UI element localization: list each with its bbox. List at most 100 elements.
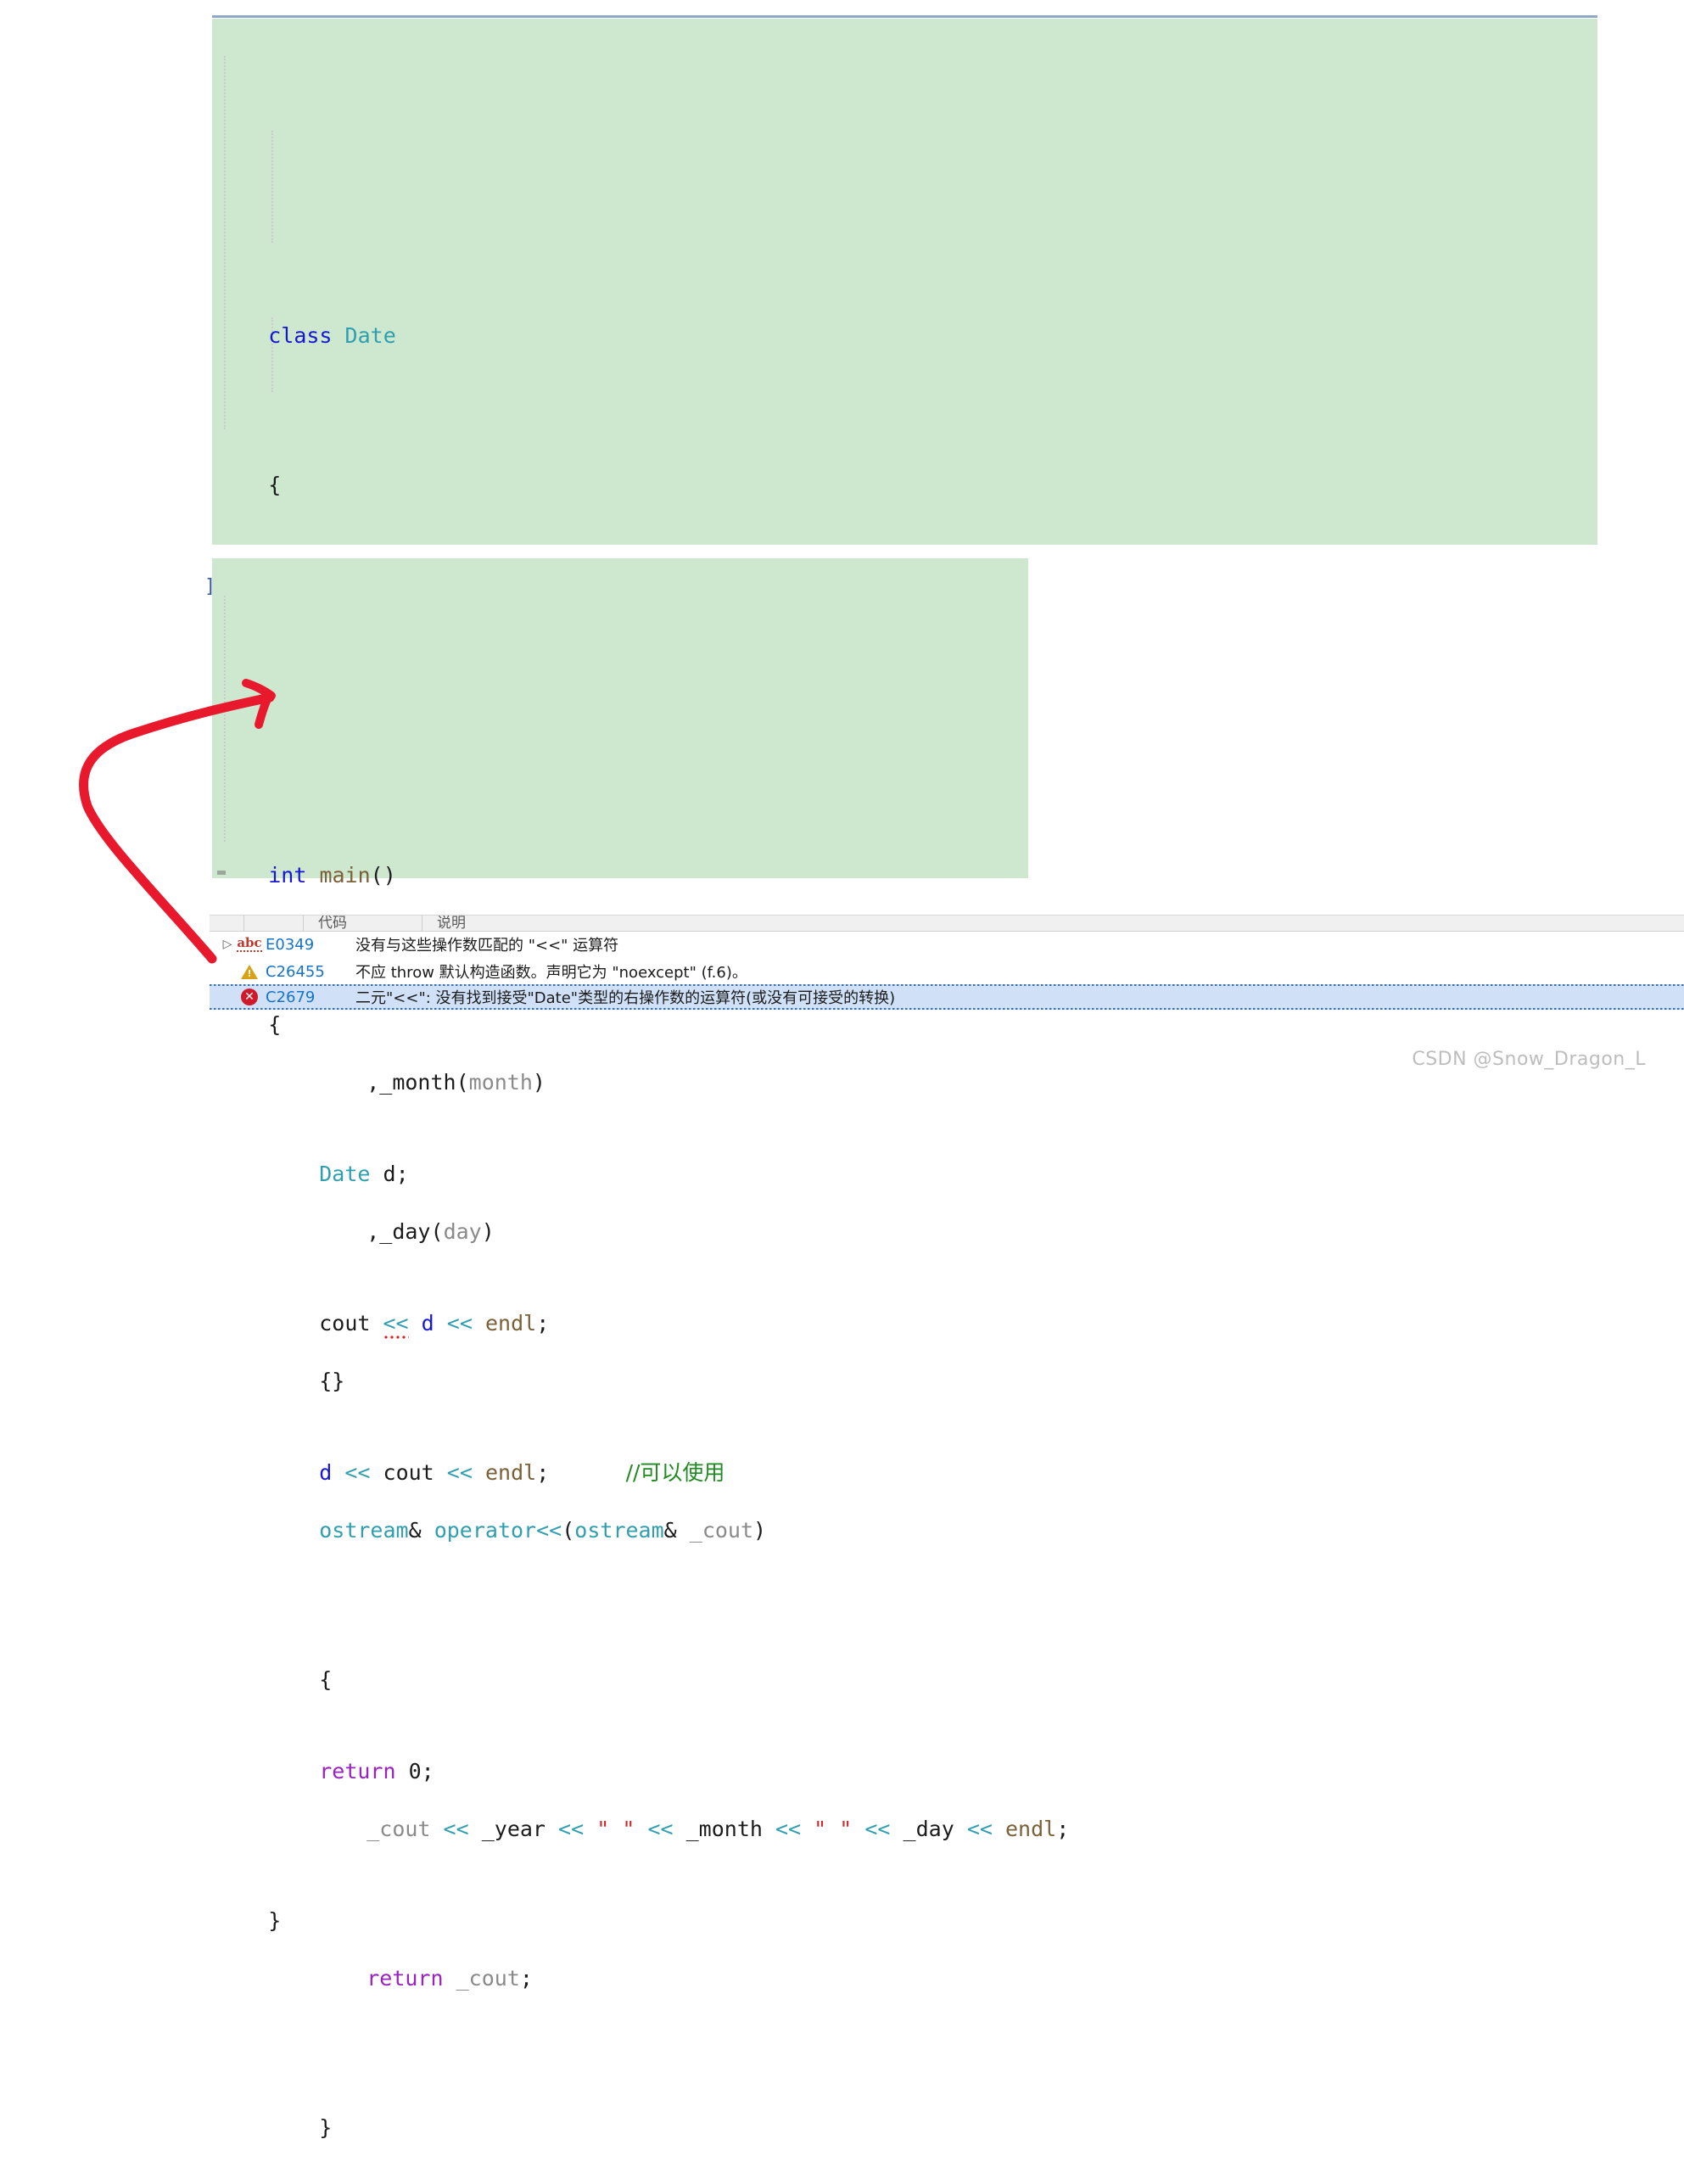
code-line: { [212, 1624, 1597, 1692]
column-header-description[interactable]: 说明 [437, 916, 466, 931]
header-separator [303, 916, 304, 931]
token-comma: , [366, 1219, 380, 1244]
token-var-d: d [383, 1162, 396, 1186]
error-list-header: 代码 说明 [210, 916, 1684, 932]
token-type-ostream: ostream [574, 1518, 664, 1543]
token-type-ostream: ostream [319, 1518, 409, 1543]
code-line: Date d; [212, 1118, 1028, 1186]
code-line-cout-error: cout << d << endl; [212, 1268, 1028, 1339]
token-endl: endl [1005, 1817, 1057, 1841]
error-message: 二元"<<": 没有找到接受"Date"类型的右操作数的运算符(或没有可接受的转… [355, 989, 896, 1007]
token-identifier-cout: cout [383, 1460, 434, 1485]
warning-triangle-icon [237, 964, 262, 979]
token-type-date: Date [344, 323, 396, 348]
token-shift-operator: << [864, 1817, 891, 1841]
code-line: int main() [212, 820, 1028, 888]
token-shift-operator: << [344, 1460, 371, 1485]
code-block-date-class: class Date { public: Date(int year=2023,… [212, 19, 1597, 2140]
code-fold-marker[interactable]: ] [204, 568, 215, 606]
token-semicolon: ; [395, 1162, 409, 1186]
token-shift-operator: << [647, 1817, 674, 1841]
token-identifier-cout: cout [319, 1311, 371, 1336]
token-param-day: day [443, 1219, 482, 1244]
token-number-zero: 0 [408, 1759, 422, 1784]
token-shift-operator-flagged: << [383, 1311, 409, 1339]
code-line: return 0; [212, 1716, 1028, 1784]
token-empty-body: {} [319, 1369, 345, 1393]
token-paren: ( [562, 1518, 575, 1543]
error-row-E0349[interactable]: ▷ abc E0349 没有与这些操作数匹配的 "<<" 运算符 [210, 932, 1684, 957]
token-string-literal: " " [596, 1817, 635, 1841]
error-list-panel[interactable]: 代码 说明 ▷ abc E0349 没有与这些操作数匹配的 "<<" 运算符 C… [210, 915, 1684, 1010]
token-close-brace: } [319, 2115, 333, 2140]
abc-icon-glyph: abc [237, 935, 262, 952]
token-semicolon: ; [536, 1311, 550, 1336]
token-shift-operator: << [966, 1817, 993, 1841]
error-circle-icon: ✕ [237, 988, 262, 1005]
token-ampersand: & [663, 1518, 677, 1543]
token-endl: endl [484, 1460, 537, 1485]
code-line: class Date [212, 280, 1597, 348]
error-message: 不应 throw 默认构造函数。声明它为 "noexcept" (f.6)。 [355, 964, 747, 982]
token-keyword-int: int [268, 863, 307, 888]
token-semicolon: ; [519, 1966, 533, 1991]
error-row-C2679[interactable]: ✕ C2679 二元"<<": 没有找到接受"Date"类型的右操作数的运算符(… [210, 984, 1684, 1010]
token-ampersand: & [408, 1518, 422, 1543]
column-header-code[interactable]: 代码 [318, 916, 347, 931]
token-member-month: _month [685, 1817, 763, 1841]
token-paren: ( [430, 1219, 444, 1244]
token-member-day: _day [903, 1817, 954, 1841]
error-code[interactable]: C2679 [266, 988, 344, 1006]
token-keyword-return: return [366, 1966, 444, 1991]
code-line: d << cout << endl; //可以使用 [212, 1417, 1028, 1485]
token-paren: ) [481, 1219, 495, 1244]
indent-guide [271, 131, 274, 243]
token-function-main: main [319, 863, 371, 888]
token-open-brace: { [268, 473, 282, 497]
token-open-brace: { [268, 1012, 282, 1037]
error-code[interactable]: C26455 [266, 963, 344, 981]
token-shift-operator: << [446, 1311, 473, 1336]
token-endl: endl [484, 1311, 537, 1336]
expander-triangle-icon[interactable]: ▷ [218, 938, 237, 951]
token-param-cout: _cout [689, 1518, 754, 1543]
code-line: ,_day(day) [212, 1176, 1597, 1244]
token-member-day: _day [379, 1219, 431, 1244]
error-circle-glyph: ✕ [241, 988, 258, 1005]
token-param-cout: _cout [366, 1817, 431, 1841]
token-type-date: Date [319, 1162, 371, 1186]
error-code[interactable]: E0349 [266, 936, 344, 954]
token-param-cout: _cout [456, 1966, 520, 1991]
token-paren: ) [753, 1518, 767, 1543]
abc-spell-icon: abc [237, 937, 262, 952]
token-keyword-operator: operator [434, 1518, 537, 1543]
error-row-C26455[interactable]: C26455 不应 throw 默认构造函数。声明它为 "noexcept" (… [210, 959, 1684, 984]
token-shift-operator: << [558, 1817, 585, 1841]
token-keyword-class: class [268, 323, 333, 348]
csdn-watermark: CSDN @Snow_Dragon_L [1412, 1049, 1646, 1070]
token-comment: //可以使用 [625, 1460, 725, 1485]
